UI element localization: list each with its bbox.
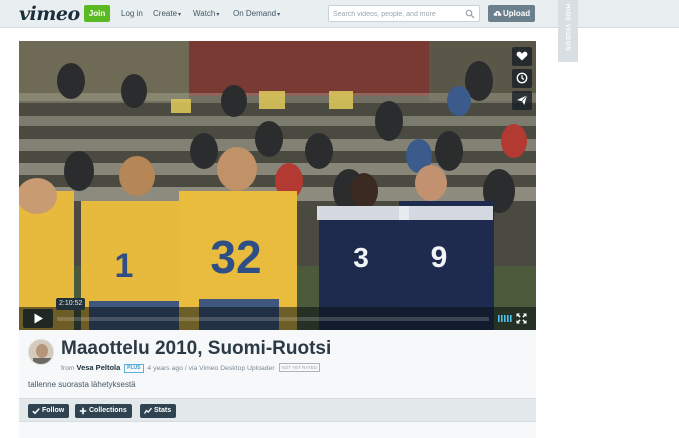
join-button[interactable]: Join — [84, 5, 110, 22]
paper-plane-icon — [517, 94, 528, 105]
follow-button[interactable]: Follow — [28, 404, 70, 418]
video-title: Maaottelu 2010, Suomi-Ruotsi — [61, 338, 332, 359]
chevron-down-icon: ▾ — [277, 12, 281, 18]
login-link[interactable]: Log in — [121, 9, 143, 18]
follow-label: Follow — [42, 407, 65, 414]
vimeo-logo[interactable]: vimeo — [19, 3, 80, 25]
stats-icon — [144, 407, 152, 414]
plus-badge: PLUS — [124, 364, 144, 373]
video-info-panel: Maaottelu 2010, Suomi-Ruotsi from Vesa P… — [19, 330, 536, 438]
plus-icon — [79, 407, 87, 415]
share-button[interactable] — [512, 91, 532, 110]
player-controls: 2:10:52 — [19, 298, 536, 330]
search-box — [328, 5, 480, 22]
hd-quality-icon[interactable] — [498, 314, 512, 323]
jersey-number-9: 9 — [431, 241, 448, 274]
chevron-down-icon: ▾ — [178, 12, 182, 18]
stats-button[interactable]: Stats — [140, 404, 177, 418]
from-label: from — [61, 365, 75, 372]
hide-videos-tab[interactable]: HIDE VIDEOS — [558, 0, 578, 62]
like-button[interactable] — [512, 47, 532, 66]
hide-videos-label: HIDE VIDEOS — [564, 4, 571, 52]
progress-bar[interactable] — [57, 317, 489, 321]
jersey-number-32: 32 — [210, 231, 261, 283]
author-link[interactable]: Vesa Peltola — [77, 363, 121, 372]
watch-menu[interactable]: Watch▾ — [193, 9, 219, 18]
create-menu[interactable]: Create▾ — [153, 9, 181, 18]
play-button[interactable] — [23, 309, 53, 328]
avatar[interactable] — [28, 339, 54, 365]
upload-button[interactable]: Upload — [488, 5, 535, 22]
on-demand-label: On Demand — [233, 9, 277, 18]
video-meta: 4 years ago / via Vimeo Desktop Uploader — [147, 365, 275, 372]
cloud-upload-icon — [493, 11, 502, 16]
rating-badge: NOT YET RATED — [278, 363, 320, 372]
on-demand-menu[interactable]: On Demand▾ — [233, 9, 280, 18]
fullscreen-icon[interactable] — [516, 313, 527, 324]
video-frame: 1 32 3 9 — [19, 41, 536, 330]
clock-icon — [516, 72, 528, 84]
collections-label: Collections — [89, 407, 127, 414]
stats-label: Stats — [154, 407, 172, 414]
checkmark-icon — [32, 408, 40, 415]
search-icon[interactable] — [465, 9, 475, 19]
jersey-number-3: 3 — [353, 242, 369, 273]
action-bar: Follow Collections Stats — [19, 398, 536, 422]
video-player[interactable]: 1 32 3 9 2:10:52 — [19, 41, 536, 330]
heart-icon — [516, 51, 528, 61]
play-icon — [34, 313, 43, 324]
time-display: 2:10:52 — [56, 298, 86, 310]
chevron-down-icon: ▾ — [216, 12, 220, 18]
video-description: tallenne suorasta lähetyksestä — [28, 380, 136, 389]
watch-later-button[interactable] — [512, 69, 532, 88]
upload-label: Upload — [503, 9, 531, 18]
video-byline: from Vesa Peltola PLUS 4 years ago / via… — [61, 363, 320, 373]
create-label: Create — [153, 9, 178, 18]
watch-label: Watch — [193, 9, 216, 18]
user-portrait — [29, 340, 53, 364]
jersey-number-1: 1 — [115, 247, 134, 285]
collections-button[interactable]: Collections — [75, 404, 132, 418]
search-input[interactable] — [333, 8, 463, 20]
